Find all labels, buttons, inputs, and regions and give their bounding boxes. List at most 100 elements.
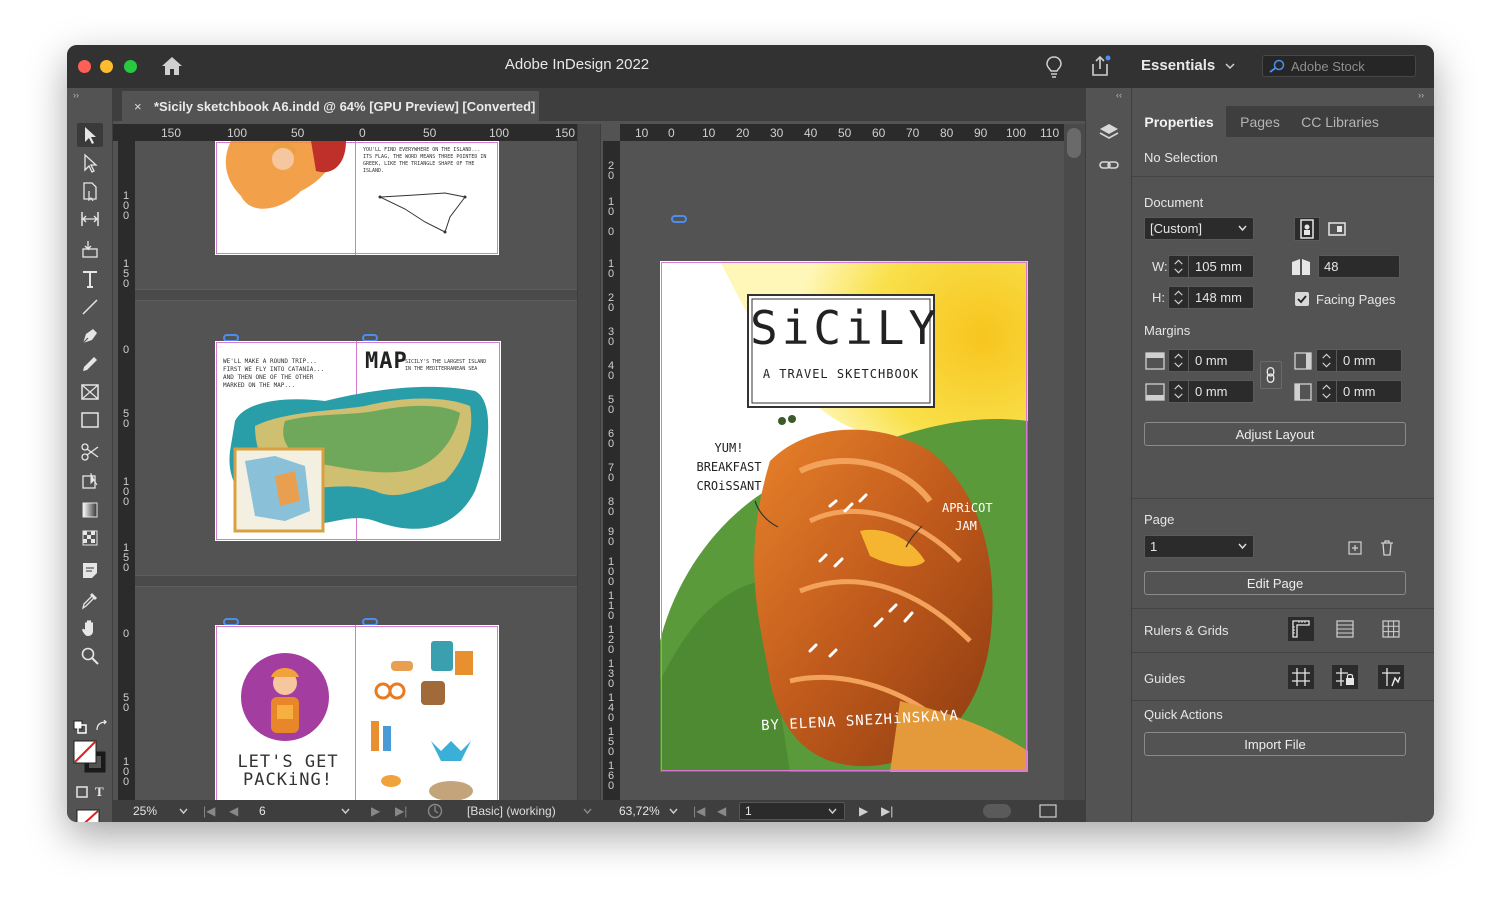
view-mode-icon[interactable] xyxy=(1039,804,1057,818)
last-page-icon[interactable]: ▶| xyxy=(881,804,893,818)
adjust-layout-button[interactable]: Adjust Layout xyxy=(1144,422,1406,446)
show-guides-button[interactable] xyxy=(1288,665,1314,689)
eyedropper-tool[interactable] xyxy=(77,588,103,612)
stepper-icon[interactable] xyxy=(1317,350,1337,371)
links-icon[interactable] xyxy=(1098,154,1120,176)
adobe-stock-search[interactable] xyxy=(1262,55,1416,77)
portrait-orientation-button[interactable] xyxy=(1294,217,1320,241)
left-page-field[interactable]: 6 xyxy=(253,802,353,820)
type-tool[interactable] xyxy=(77,267,103,291)
vertical-scrollbar[interactable] xyxy=(1064,124,1085,800)
cover-page[interactable]: SiCiLY A TRAVEL SKETCHBOOK YUM! BREAKFAS… xyxy=(660,261,1028,772)
landscape-orientation-button[interactable] xyxy=(1324,217,1350,241)
chevron-down-icon[interactable] xyxy=(669,808,678,815)
right-pasteboard[interactable]: SiCiLY A TRAVEL SKETCHBOOK YUM! BREAKFAS… xyxy=(620,141,1074,800)
last-page-icon[interactable]: ▶| xyxy=(395,804,407,818)
formatting-container-icon[interactable] xyxy=(76,786,88,798)
default-fill-stroke-icon[interactable] xyxy=(73,720,89,736)
scissors-tool[interactable] xyxy=(77,440,103,464)
left-vertical-ruler[interactable]: 100 150 0 50 100 150 0 50 100 xyxy=(118,141,135,800)
swap-fill-stroke-icon[interactable] xyxy=(95,720,109,734)
horizontal-scroll-thumb[interactable] xyxy=(983,804,1011,818)
smart-guides-button[interactable] xyxy=(1378,665,1404,689)
link-icon[interactable] xyxy=(671,215,687,223)
fill-stroke-swatches[interactable] xyxy=(73,740,109,776)
left-pasteboard[interactable]: YOU'LL FIND EVERYWHERE ON THE ISLAND... … xyxy=(135,141,577,800)
line-tool[interactable] xyxy=(77,295,103,319)
tab-pages[interactable]: Pages xyxy=(1228,106,1292,137)
chevron-down-icon[interactable] xyxy=(828,808,837,815)
document-tab[interactable]: × *Sicily sketchbook A6.indd @ 64% [GPU … xyxy=(122,91,540,121)
collapse-dock-icon[interactable]: ‹‹ xyxy=(1116,90,1122,100)
margin-inside-field[interactable]: 0 mm xyxy=(1316,349,1402,372)
search-input[interactable] xyxy=(1291,58,1411,74)
stepper-icon[interactable] xyxy=(1169,256,1189,277)
previous-page-icon[interactable]: ◀ xyxy=(229,804,238,818)
baseline-grid-button[interactable] xyxy=(1332,617,1358,641)
layers-icon[interactable] xyxy=(1098,122,1120,144)
right-horizontal-ruler[interactable]: 10 0 10 20 30 40 50 60 70 80 90 100 110 xyxy=(620,124,1064,141)
facing-pages-checkbox[interactable] xyxy=(1295,292,1309,306)
first-page-icon[interactable]: |◀ xyxy=(203,804,215,818)
collapse-tools-icon[interactable]: ›› xyxy=(73,90,79,100)
link-margins-button[interactable] xyxy=(1260,361,1282,389)
rectangle-tool[interactable] xyxy=(77,408,103,432)
rectangle-frame-tool[interactable] xyxy=(77,380,103,404)
preflight-profile[interactable]: [Basic] (working) xyxy=(467,804,556,818)
height-field[interactable]: 148 mm xyxy=(1168,286,1254,309)
spread-2-3[interactable]: YOU'LL FIND EVERYWHERE ON THE ISLAND... … xyxy=(215,141,499,255)
pencil-tool[interactable] xyxy=(77,352,103,376)
chevron-down-icon[interactable] xyxy=(1225,61,1235,71)
page-tool[interactable] xyxy=(77,179,103,203)
note-tool[interactable] xyxy=(77,558,103,582)
document-tab-name[interactable]: *Sicily sketchbook A6.indd @ 64% [GPU Pr… xyxy=(154,99,535,114)
collapse-panel-icon[interactable]: ›› xyxy=(1418,90,1424,100)
gap-tool[interactable] xyxy=(77,207,103,231)
chevron-down-icon[interactable] xyxy=(179,808,188,815)
lightbulb-icon[interactable] xyxy=(1045,55,1063,79)
share-icon[interactable] xyxy=(1089,55,1111,77)
import-file-button[interactable]: Import File xyxy=(1144,732,1406,756)
hand-tool[interactable] xyxy=(77,616,103,640)
scrollbar-thumb[interactable] xyxy=(1067,128,1081,158)
chevron-down-icon[interactable] xyxy=(583,808,592,815)
margin-outside-field[interactable]: 0 mm xyxy=(1316,380,1402,403)
workspace-switcher[interactable]: Essentials xyxy=(1141,57,1215,74)
spread-packing[interactable]: LET'S GET PACKiNG! xyxy=(215,625,499,800)
page-dropdown[interactable]: 1 xyxy=(1144,535,1254,558)
first-page-icon[interactable]: |◀ xyxy=(693,804,705,818)
zoom-tool[interactable] xyxy=(77,644,103,668)
right-vertical-ruler[interactable]: 20 10 0 10 20 30 40 50 60 70 80 90 100 1… xyxy=(603,141,620,800)
tab-cc-libraries[interactable]: CC Libraries xyxy=(1294,106,1386,137)
delete-page-button[interactable] xyxy=(1374,536,1400,560)
previous-page-icon[interactable]: ◀ xyxy=(717,804,726,818)
preflight-icon[interactable] xyxy=(427,803,443,819)
content-collector-tool[interactable] xyxy=(77,237,103,261)
width-field[interactable]: 105 mm xyxy=(1168,255,1254,278)
stepper-icon[interactable] xyxy=(1317,381,1337,402)
pen-tool[interactable] xyxy=(77,324,103,348)
stepper-icon[interactable] xyxy=(1169,381,1189,402)
close-tab-icon[interactable]: × xyxy=(134,99,142,114)
free-transform-tool[interactable] xyxy=(77,469,103,493)
next-page-icon[interactable]: ▶ xyxy=(859,804,868,818)
stepper-icon[interactable] xyxy=(1169,350,1189,371)
formatting-text-icon[interactable]: T xyxy=(95,784,104,800)
apply-none-icon[interactable] xyxy=(75,808,101,822)
next-page-icon[interactable]: ▶ xyxy=(371,804,380,818)
document-grid-button[interactable] xyxy=(1378,617,1404,641)
view-split-bar[interactable] xyxy=(577,124,601,800)
selection-tool[interactable] xyxy=(77,123,103,147)
lock-guides-button[interactable] xyxy=(1332,665,1358,689)
stepper-icon[interactable] xyxy=(1169,287,1189,308)
add-page-button[interactable] xyxy=(1342,536,1368,560)
pages-count-field[interactable]: 48 xyxy=(1318,255,1400,278)
left-horizontal-ruler[interactable]: 150 100 50 0 50 100 150 xyxy=(113,124,577,141)
document-preset-dropdown[interactable]: [Custom] xyxy=(1144,217,1254,240)
spread-map[interactable]: WE'LL MAKE A ROUND TRIP... FIRST WE FLY … xyxy=(215,341,501,541)
toggle-rulers-button[interactable] xyxy=(1288,617,1314,641)
tab-properties[interactable]: Properties xyxy=(1132,106,1226,137)
edit-page-button[interactable]: Edit Page xyxy=(1144,571,1406,595)
gradient-feather-tool[interactable] xyxy=(77,526,103,550)
margin-top-field[interactable]: 0 mm xyxy=(1168,349,1254,372)
